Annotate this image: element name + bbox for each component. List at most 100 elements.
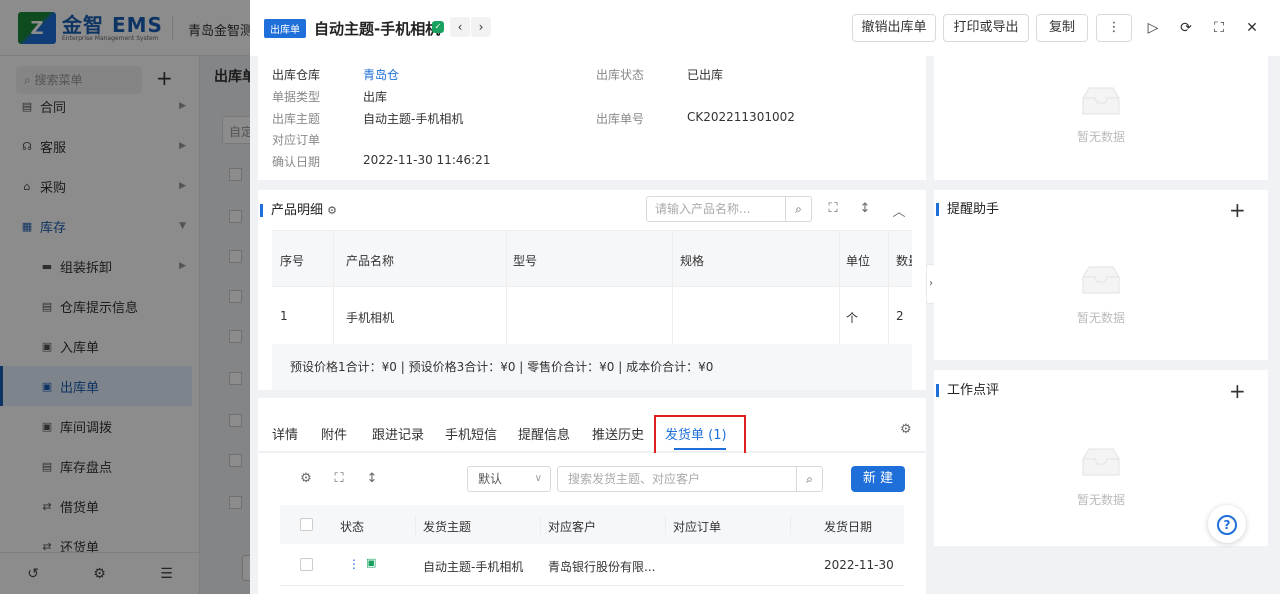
- select-all-checkbox[interactable]: [300, 518, 313, 531]
- shipment-search-input[interactable]: 搜索发货主题、对应客户: [557, 466, 797, 492]
- question-icon: ?: [1217, 514, 1237, 535]
- detail-tabs: 详情 附件 跟进记录 手机短信 提醒信息 推送历史 发货单 (1) ⚙: [258, 398, 926, 455]
- empty-box-icon: [1082, 448, 1120, 476]
- column-header: 规格: [680, 254, 705, 268]
- column-divider: [540, 515, 541, 535]
- reminder-title: 提醒助手: [936, 203, 999, 216]
- number-label: 出库单号: [596, 112, 645, 126]
- column-divider: [888, 230, 889, 344]
- column-header: 序号: [280, 254, 305, 268]
- empty-box-icon: [1082, 87, 1120, 115]
- add-reminder-button[interactable]: +: [1229, 198, 1246, 222]
- column-header: 型号: [513, 254, 538, 268]
- more-button[interactable]: ⋮: [1096, 14, 1132, 42]
- status-check-icon: ✓: [432, 21, 444, 33]
- fullscreen-icon[interactable]: ⛶: [1209, 18, 1229, 38]
- product-row-name[interactable]: 手机相机: [346, 309, 394, 326]
- column-divider: [415, 515, 416, 535]
- play-icon[interactable]: ▷: [1143, 18, 1163, 38]
- add-review-button[interactable]: +: [1229, 379, 1246, 403]
- gear-icon[interactable]: ⚙: [327, 204, 337, 217]
- shipment-customer[interactable]: 青岛银行股份有限...: [548, 558, 655, 575]
- column-divider: [790, 515, 791, 535]
- column-divider: [333, 230, 334, 344]
- order-label: 对应订单: [272, 133, 321, 147]
- tab-followup[interactable]: 跟进记录: [372, 424, 424, 443]
- search-icon[interactable]: ⌕: [785, 196, 812, 222]
- product-search-input[interactable]: 请输入产品名称...: [646, 196, 786, 222]
- type-value: 出库: [363, 90, 388, 104]
- row-height-icon[interactable]: ↕: [856, 201, 874, 216]
- row-actions-icon[interactable]: ⋮: [348, 557, 360, 571]
- gear-icon[interactable]: ⚙: [900, 422, 912, 437]
- tab-attachments[interactable]: 附件: [321, 424, 347, 443]
- subject-value: 自动主题-手机相机: [363, 112, 464, 126]
- cancel-outbound-button[interactable]: 撤销出库单: [852, 14, 936, 42]
- highlight-box: [654, 415, 746, 455]
- number-value: CK202211301002: [687, 110, 795, 124]
- copy-button[interactable]: 复制: [1036, 14, 1088, 42]
- shipped-status-icon: ▣: [366, 556, 377, 569]
- confirm-date-label: 确认日期: [272, 155, 321, 169]
- info-card: 出库仓库 青岛仓 出库状态 已出库 单据类型 出库 出库主题 自动主题-手机相机…: [258, 56, 926, 180]
- next-record-button[interactable]: ›: [471, 17, 491, 37]
- row-checkbox[interactable]: [300, 558, 313, 571]
- confirm-date-value: 2022-11-30 11:46:21: [363, 153, 491, 167]
- column-header: 发货主题: [423, 520, 472, 534]
- fullscreen-icon[interactable]: ⛶: [330, 471, 348, 486]
- column-header: 单位: [846, 254, 871, 268]
- chevron-down-icon: ∨: [534, 473, 542, 484]
- warehouse-label: 出库仓库: [272, 68, 321, 82]
- close-icon[interactable]: ✕: [1242, 18, 1262, 38]
- product-totals: 预设价格1合计：¥0 | 预设价格3合计：¥0 | 零售价合计：¥0 | 成本价…: [272, 344, 912, 390]
- print-export-button[interactable]: 打印或导出: [943, 14, 1029, 42]
- product-row-index: 1: [280, 309, 288, 323]
- new-shipment-button[interactable]: 新 建: [851, 466, 905, 492]
- tab-sms[interactable]: 手机短信: [445, 424, 497, 443]
- shipment-date: 2022-11-30: [824, 558, 894, 572]
- review-title: 工作点评: [936, 384, 999, 397]
- product-row-qty: 2: [896, 309, 904, 323]
- empty-text: 暂无数据: [1077, 493, 1126, 507]
- tab-push-history[interactable]: 推送历史: [592, 424, 644, 443]
- row-height-icon[interactable]: ↕: [363, 471, 381, 486]
- column-header: 状态: [340, 520, 365, 534]
- column-header: 对应客户: [548, 520, 597, 534]
- shipment-filter-select[interactable]: 默认 ∨: [467, 466, 551, 492]
- table-row[interactable]: ⋮ ▣ 自动主题-手机相机 青岛银行股份有限... 2022-11-30: [280, 544, 904, 586]
- chevron-up-icon[interactable]: ︿: [890, 201, 908, 220]
- column-divider: [839, 230, 840, 344]
- search-icon[interactable]: ⌕: [796, 466, 823, 492]
- column-header: 发货日期: [824, 520, 873, 534]
- type-label: 单据类型: [272, 90, 321, 104]
- column-header: 对应订单: [673, 520, 722, 534]
- tab-details[interactable]: 详情: [272, 424, 298, 443]
- fullscreen-icon[interactable]: ⛶: [824, 201, 842, 216]
- warehouse-value[interactable]: 青岛仓: [363, 66, 399, 83]
- status-label: 出库状态: [596, 68, 645, 82]
- product-table-header: 序号 产品名称 型号 规格 单位 数量: [272, 230, 912, 287]
- right-panel-top: 暂无数据: [934, 56, 1268, 180]
- status-value: 已出库: [687, 68, 724, 82]
- product-row-unit: 个: [846, 311, 859, 325]
- refresh-icon[interactable]: ⟳: [1176, 18, 1196, 38]
- document-type-tag: 出库单: [264, 19, 306, 38]
- shipment-table-header: 状态 发货主题 对应客户 对应订单 发货日期: [280, 505, 904, 544]
- reminder-panel: 提醒助手 + 暂无数据: [934, 190, 1268, 360]
- detail-drawer: 出库单 自动主题-手机相机 ✓ ‹ › 撤销出库单 打印或导出 复制 ⋮ ▷ ⟳…: [250, 0, 1280, 594]
- empty-box-icon: [1082, 266, 1120, 294]
- product-section-title: 产品明细 ⚙: [260, 204, 337, 217]
- column-divider: [506, 230, 507, 344]
- prev-record-button[interactable]: ‹: [450, 17, 470, 37]
- tab-reminders[interactable]: 提醒信息: [518, 424, 570, 443]
- empty-text: 暂无数据: [1077, 130, 1126, 144]
- empty-text: 暂无数据: [1077, 311, 1126, 325]
- column-header: 产品名称: [346, 254, 395, 268]
- column-header: 数量: [896, 254, 912, 268]
- drawer-title: 自动主题-手机相机: [314, 20, 441, 38]
- drawer-header: 出库单 自动主题-手机相机 ✓ ‹ › 撤销出库单 打印或导出 复制 ⋮ ▷ ⟳…: [250, 0, 1280, 56]
- gear-icon[interactable]: ⚙: [297, 471, 315, 486]
- shipment-subject[interactable]: 自动主题-手机相机: [423, 558, 523, 575]
- column-divider: [672, 230, 673, 344]
- help-button[interactable]: ?: [1208, 505, 1246, 543]
